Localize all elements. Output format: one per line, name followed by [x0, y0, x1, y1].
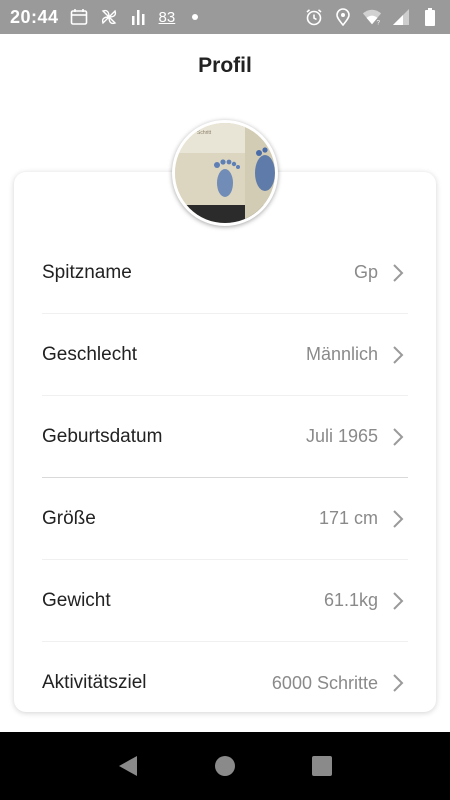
- chevron-right-icon: [392, 263, 408, 283]
- status-right: ?: [304, 7, 440, 27]
- location-icon: [333, 7, 353, 27]
- row-value: 6000 Schritte: [271, 672, 378, 693]
- chevron-right-icon: [392, 673, 408, 693]
- row-height[interactable]: Größe 171 cm: [42, 478, 408, 560]
- status-bar: 20:44 83 ?: [0, 0, 450, 34]
- footprint-photo: Schritt: [175, 123, 275, 223]
- page-title: Profil: [198, 54, 252, 77]
- notification-count: 83: [158, 8, 176, 26]
- chevron-right-icon: [392, 591, 408, 611]
- row-label: Spitzname: [42, 261, 132, 283]
- row-value: 61.1kg: [323, 590, 378, 610]
- row-gender[interactable]: Geschlecht Männlich: [42, 314, 408, 396]
- wifi-icon: ?: [362, 7, 382, 27]
- status-time: 20:44: [10, 6, 59, 27]
- row-label: Gewicht: [42, 589, 111, 611]
- navigation-bar: [0, 732, 450, 800]
- alarm-icon: [304, 7, 324, 27]
- profile-rows: Spitzname Gp Geschlecht Männlich Geburts…: [42, 232, 408, 724]
- chevron-right-icon: [392, 345, 408, 365]
- avatar[interactable]: Schritt: [172, 120, 278, 226]
- row-birthdate[interactable]: Geburtsdatum Juli 1965: [42, 396, 408, 478]
- row-value: 171 cm: [318, 508, 378, 528]
- row-weight[interactable]: Gewicht 61.1kg: [42, 560, 408, 642]
- dot-icon: [185, 7, 205, 27]
- row-value: Juli 1965: [305, 426, 378, 446]
- home-icon[interactable]: [210, 751, 240, 781]
- svg-text:?: ?: [377, 19, 381, 26]
- row-value: Gp: [353, 262, 378, 282]
- calendar-icon: [69, 7, 89, 27]
- row-activity-goal[interactable]: Aktivitätsziel 6000 Schritte: [42, 642, 408, 724]
- profile-card: Spitzname Gp Geschlecht Männlich Geburts…: [14, 172, 436, 712]
- chevron-right-icon: [392, 509, 408, 529]
- row-label: Geburtsdatum: [42, 425, 163, 447]
- row-nickname[interactable]: Spitzname Gp: [42, 232, 408, 314]
- row-label: Größe: [42, 507, 96, 529]
- pinwheel-icon: [99, 7, 119, 27]
- bar-graph-icon: [129, 7, 149, 27]
- chevron-right-icon: [392, 427, 408, 447]
- back-icon[interactable]: [113, 751, 143, 781]
- recents-icon[interactable]: [307, 751, 337, 781]
- avatar-caption: Schritt: [197, 130, 212, 136]
- row-value: Männlich: [305, 344, 378, 364]
- battery-icon: [420, 7, 440, 27]
- status-left: 20:44 83: [10, 7, 205, 28]
- signal-icon: [391, 7, 411, 27]
- row-label: Geschlecht: [42, 343, 138, 365]
- row-label: Aktivitätsziel: [42, 672, 147, 693]
